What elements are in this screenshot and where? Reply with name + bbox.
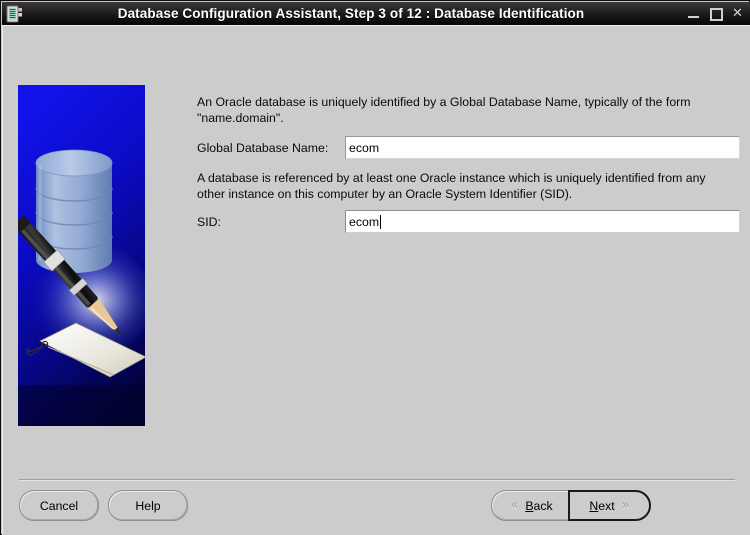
sid-value: ecom bbox=[349, 214, 380, 229]
global-database-name-input[interactable]: ecom bbox=[345, 136, 740, 159]
chevron-right-icon: » bbox=[621, 498, 630, 513]
sid-input[interactable]: ecom bbox=[345, 210, 740, 233]
help-button[interactable]: Help bbox=[108, 490, 188, 521]
global-database-name-label: Global Database Name: bbox=[197, 141, 329, 155]
minimize-button[interactable] bbox=[684, 4, 703, 23]
intro-paragraph-global-db-name: An Oracle database is uniquely identifie… bbox=[197, 95, 691, 125]
intro-paragraph-sid: A database is referenced by at least one… bbox=[197, 171, 706, 201]
window-title: Database Configuration Assistant, Step 3… bbox=[117, 6, 585, 21]
dialog-content: An Oracle database is uniquely identifie… bbox=[2, 25, 750, 535]
text-caret bbox=[380, 214, 382, 229]
database-assistant-icon bbox=[6, 5, 24, 23]
global-database-name-value: ecom bbox=[349, 140, 380, 155]
navigation-button-group: « Back Next » bbox=[491, 490, 651, 521]
sid-label: SID: bbox=[197, 215, 221, 229]
cancel-button[interactable]: Cancel bbox=[19, 490, 99, 521]
title-bar[interactable]: Database Configuration Assistant, Step 3… bbox=[2, 2, 750, 25]
footer-separator bbox=[19, 479, 735, 481]
back-button[interactable]: « Back bbox=[491, 490, 572, 521]
database-configuration-assistant-window: Database Configuration Assistant, Step 3… bbox=[0, 0, 750, 535]
chevron-left-icon: « bbox=[510, 498, 519, 513]
oracle-database-illustration bbox=[18, 85, 145, 426]
maximize-button[interactable] bbox=[706, 4, 725, 23]
back-mnemonic: B bbox=[525, 498, 534, 513]
next-mnemonic: N bbox=[589, 498, 599, 513]
next-button[interactable]: Next » bbox=[568, 490, 651, 521]
close-button[interactable]: ✕ bbox=[728, 4, 747, 23]
next-rest: ext bbox=[598, 498, 615, 513]
next-button-label: Next bbox=[589, 499, 614, 513]
back-button-label: Back bbox=[525, 499, 552, 513]
back-rest: ack bbox=[533, 498, 553, 513]
